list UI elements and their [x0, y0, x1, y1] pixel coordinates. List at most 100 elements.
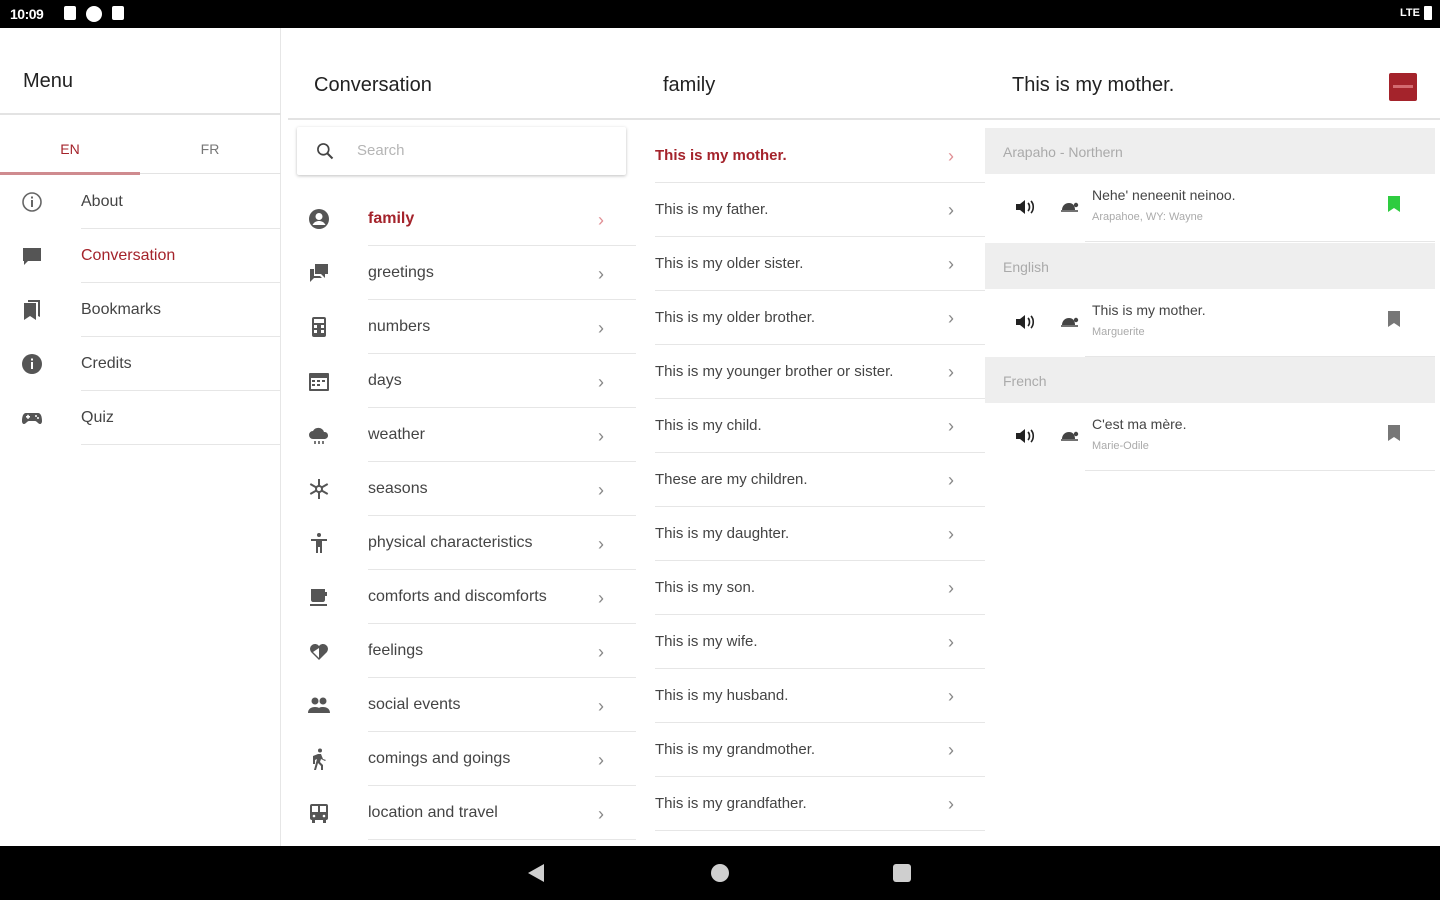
- phrase-label: This is my mother.: [655, 147, 787, 164]
- phrase-label: This is my son.: [655, 579, 756, 596]
- category-label: feelings: [368, 642, 424, 659]
- chevron-right-icon: ›: [948, 470, 954, 490]
- people-icon: [308, 697, 330, 713]
- status-bar: 10:09 LTE: [0, 0, 1440, 28]
- language-name: Arapaho - Northern: [1003, 144, 1123, 160]
- chevron-right-icon: ›: [598, 534, 604, 554]
- phrase-item[interactable]: These are my children. ›: [655, 453, 985, 507]
- category-item-comforts-and-discomforts[interactable]: comforts and discomforts ›: [290, 570, 636, 624]
- category-label: family: [368, 210, 415, 227]
- phrase-item[interactable]: This is my child. ›: [655, 399, 985, 453]
- phrase-label: This is my younger brother or sister.: [655, 363, 894, 380]
- speaker-icon[interactable]: [1015, 198, 1037, 216]
- chevron-right-icon: ›: [948, 686, 954, 706]
- category-item-greetings[interactable]: greetings ›: [290, 246, 636, 300]
- phrase-item[interactable]: This is my grandmother. ›: [655, 723, 985, 777]
- back-button[interactable]: [528, 864, 544, 882]
- slow-play-icon[interactable]: [1060, 311, 1080, 331]
- category-item-days[interactable]: days ›: [290, 354, 636, 408]
- chevron-right-icon: ›: [948, 308, 954, 328]
- chevron-right-icon: ›: [598, 264, 604, 284]
- phrase-item[interactable]: This is my son. ›: [655, 561, 985, 615]
- divider: [288, 118, 1440, 120]
- divider: [1085, 241, 1435, 242]
- notification-icons: [64, 6, 124, 22]
- category-item-weather[interactable]: weather ›: [290, 408, 636, 462]
- slow-play-icon[interactable]: [1060, 196, 1080, 216]
- category-item-family[interactable]: family ›: [290, 192, 636, 246]
- language-name: French: [1003, 373, 1047, 389]
- language-header: English: [985, 243, 1435, 289]
- phrase-label: This is my grandmother.: [655, 741, 816, 758]
- language-header: Arapaho - Northern: [985, 128, 1435, 174]
- menu-item-quiz[interactable]: Quiz: [0, 391, 281, 445]
- chevron-right-icon: ›: [598, 480, 604, 500]
- chevron-right-icon: ›: [598, 588, 604, 608]
- speaker-name: Marie-Odile: [1092, 440, 1149, 452]
- chevron-right-icon: ›: [948, 794, 954, 814]
- phrase-item[interactable]: This is my older sister. ›: [655, 237, 985, 291]
- language-header: French: [985, 357, 1435, 403]
- phrase-item[interactable]: This is my younger brother or sister. ›: [655, 345, 985, 399]
- chevron-right-icon: ›: [598, 642, 604, 662]
- phrase-item[interactable]: This is my grandfather. ›: [655, 777, 985, 831]
- speaker-icon[interactable]: [1015, 313, 1037, 331]
- category-item-seasons[interactable]: seasons ›: [290, 462, 636, 516]
- bus-icon: [310, 804, 328, 823]
- phrase-item[interactable]: This is my mother. ›: [655, 129, 985, 183]
- chevron-right-icon: ›: [598, 318, 604, 338]
- category-label: numbers: [368, 318, 431, 335]
- bookmark-icon[interactable]: [1387, 424, 1401, 442]
- gamepad-icon: [22, 413, 42, 424]
- recents-button[interactable]: [893, 864, 911, 882]
- phrase-item[interactable]: This is my daughter. ›: [655, 507, 985, 561]
- language-name: English: [1003, 259, 1049, 275]
- menu-item-label: Conversation: [81, 247, 176, 264]
- phrase-label: This is my child.: [655, 417, 762, 434]
- category-item-physical-characteristics[interactable]: physical characteristics ›: [290, 516, 636, 570]
- home-button[interactable]: [711, 864, 729, 882]
- category-item-numbers[interactable]: numbers ›: [290, 300, 636, 354]
- phrase-item[interactable]: This is my husband. ›: [655, 669, 985, 723]
- chat-icon: [310, 264, 328, 282]
- chevron-right-icon: ›: [948, 740, 954, 760]
- category-item-feelings[interactable]: feelings ›: [290, 624, 636, 678]
- phrase-label: This is my older brother.: [655, 309, 816, 326]
- menu-item-label: About: [81, 193, 123, 210]
- divider: [0, 113, 281, 115]
- category-label: seasons: [368, 480, 428, 497]
- divider: [655, 830, 985, 831]
- chevron-right-icon: ›: [598, 426, 604, 446]
- search-input[interactable]: Search: [297, 127, 626, 175]
- speaker-name: Arapahoe, WY: Wayne: [1092, 211, 1203, 223]
- phrase-item[interactable]: This is my older brother. ›: [655, 291, 985, 345]
- status-right: LTE: [1400, 6, 1432, 20]
- slow-play-icon[interactable]: [1060, 425, 1080, 445]
- speaker-icon[interactable]: [1015, 427, 1037, 445]
- menu-item-label: Credits: [81, 355, 132, 372]
- menu-item-conversation[interactable]: Conversation: [0, 229, 281, 283]
- category-label: days: [368, 372, 402, 389]
- chevron-right-icon: ›: [948, 362, 954, 382]
- menu-item-bookmarks[interactable]: Bookmarks: [0, 283, 281, 337]
- flag-icon[interactable]: [1389, 73, 1417, 101]
- bookmark-icon[interactable]: [1387, 195, 1401, 213]
- category-item-social-events[interactable]: social events ›: [290, 678, 636, 732]
- category-label: weather: [368, 426, 425, 443]
- category-item-comings-and-goings[interactable]: comings and goings ›: [290, 732, 636, 786]
- menu-item-label: Bookmarks: [81, 301, 162, 318]
- phrase-label: These are my children.: [655, 471, 808, 488]
- chevron-right-icon: ›: [598, 750, 604, 770]
- network-type: LTE: [1400, 7, 1420, 19]
- cloud-icon: [309, 427, 329, 444]
- category-item-location-and-travel[interactable]: location and travel ›: [290, 786, 636, 840]
- menu-item-credits[interactable]: Credits: [0, 337, 281, 391]
- bookmark-icon[interactable]: [1387, 310, 1401, 328]
- menu-item-about[interactable]: About: [0, 175, 281, 229]
- tab-fr[interactable]: FR: [140, 141, 280, 157]
- category-label: comings and goings: [368, 750, 511, 767]
- tab-en[interactable]: EN: [0, 141, 140, 157]
- phrase-item[interactable]: This is my wife. ›: [655, 615, 985, 669]
- phrase-item[interactable]: This is my father. ›: [655, 183, 985, 237]
- info-filled-icon: [22, 354, 42, 374]
